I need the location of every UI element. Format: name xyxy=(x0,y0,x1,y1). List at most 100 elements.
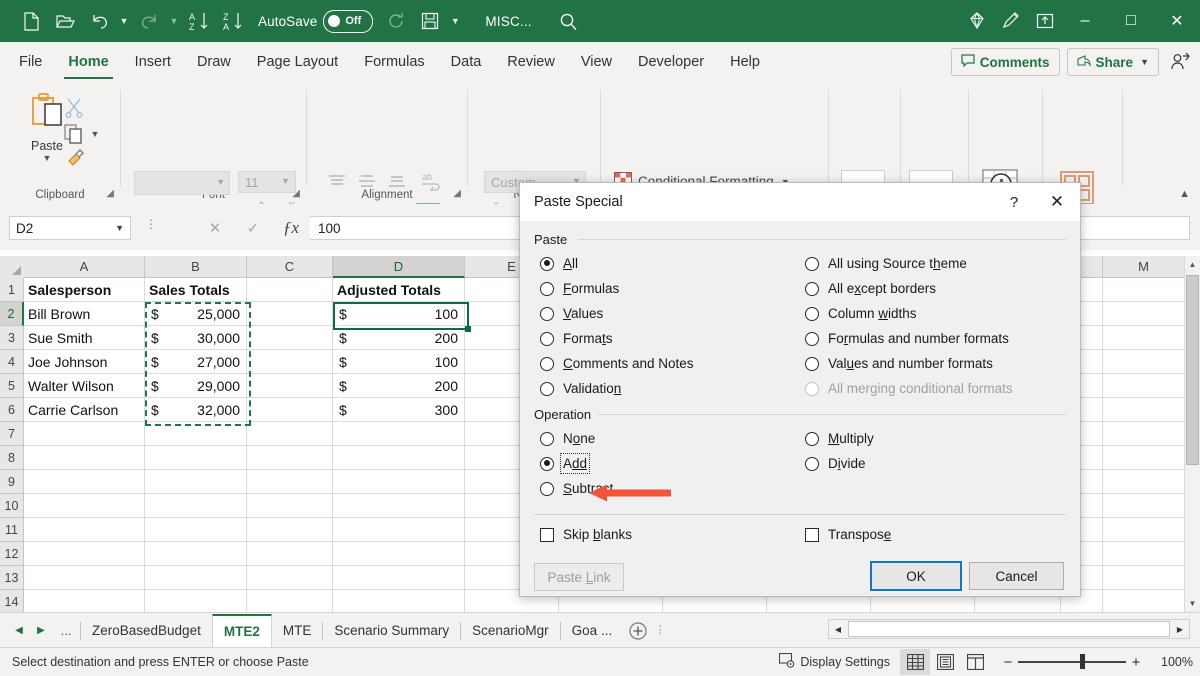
ribbon-tab-review[interactable]: Review xyxy=(494,43,568,81)
sheet-overflow-button[interactable]: ... xyxy=(52,613,80,648)
grid-cell[interactable] xyxy=(1103,470,1185,494)
radio-paste-all[interactable]: All xyxy=(540,256,578,271)
row-header-14[interactable]: 14 xyxy=(0,590,24,612)
ribbon-tab-home[interactable]: Home xyxy=(55,43,121,81)
save-icon[interactable] xyxy=(413,6,447,36)
grid-cell[interactable] xyxy=(145,470,247,494)
grid-cell[interactable] xyxy=(333,542,465,566)
formula-bar-grip[interactable]: ⋮ xyxy=(145,221,149,227)
new-file-icon[interactable] xyxy=(14,6,48,36)
add-person-icon[interactable] xyxy=(1166,48,1194,76)
align-top-icon[interactable] xyxy=(324,170,350,192)
cell-d4[interactable]: $100 xyxy=(333,350,465,374)
cell-b6[interactable]: $32,000 xyxy=(145,398,247,422)
grid-cell[interactable] xyxy=(333,470,465,494)
grid-cell[interactable] xyxy=(24,470,145,494)
search-icon[interactable] xyxy=(552,6,586,36)
cell-d3[interactable]: $200 xyxy=(333,326,465,350)
row-header-3[interactable]: 3 xyxy=(0,326,24,350)
grid-cell[interactable] xyxy=(1103,518,1185,542)
clipboard-dialog-launcher[interactable]: ◢ xyxy=(106,188,114,199)
row-header-4[interactable]: 4 xyxy=(0,350,24,374)
grid-cell[interactable] xyxy=(333,590,465,612)
grid-cell[interactable] xyxy=(1103,326,1185,350)
grid-cell[interactable] xyxy=(145,518,247,542)
diamond-icon[interactable] xyxy=(960,6,994,36)
grid-cell[interactable] xyxy=(333,518,465,542)
row-header-8[interactable]: 8 xyxy=(0,446,24,470)
help-icon[interactable]: ? xyxy=(994,183,1034,221)
grid-cell[interactable] xyxy=(1103,398,1185,422)
grid-cell[interactable] xyxy=(247,590,333,612)
cell-b3[interactable]: $30,000 xyxy=(145,326,247,350)
row-header-1[interactable]: 1 xyxy=(0,278,24,302)
grid-cell[interactable] xyxy=(1103,542,1185,566)
column-header-m[interactable]: M xyxy=(1103,256,1185,278)
ribbon-tab-help[interactable]: Help xyxy=(717,43,773,81)
row-header-7[interactable]: 7 xyxy=(0,422,24,446)
row-header-5[interactable]: 5 xyxy=(0,374,24,398)
select-all-corner[interactable] xyxy=(0,256,25,279)
horizontal-scroll-thumb[interactable] xyxy=(848,621,1170,637)
cancel-button[interactable]: Cancel xyxy=(969,562,1064,590)
redo-dropdown-caret[interactable]: ▼ xyxy=(166,6,182,36)
radio-paste-formulas[interactable]: Formulas xyxy=(540,281,619,296)
autosave-toggle[interactable]: Off xyxy=(323,10,373,33)
font-name-input[interactable]: ▼ xyxy=(134,171,230,195)
undo-dropdown-caret[interactable]: ▼ xyxy=(116,6,132,36)
pen-icon[interactable] xyxy=(994,6,1028,36)
grid-cell[interactable] xyxy=(247,422,333,446)
ribbon-tab-insert[interactable]: Insert xyxy=(122,43,184,81)
grid-cell[interactable] xyxy=(247,326,333,350)
alignment-dialog-launcher[interactable]: ◢ xyxy=(453,188,461,199)
grid-cell[interactable] xyxy=(145,542,247,566)
copy-dropdown-caret[interactable]: ▼ xyxy=(88,122,102,146)
radio-paste-all-except-borders[interactable]: All except borders xyxy=(805,281,936,296)
ribbon-tab-page-layout[interactable]: Page Layout xyxy=(244,43,351,81)
ribbon-tab-developer[interactable]: Developer xyxy=(625,43,717,81)
grid-cell[interactable] xyxy=(333,446,465,470)
grid-cell[interactable] xyxy=(145,566,247,590)
radio-paste-formulas-and-number-formats[interactable]: Formulas and number formats xyxy=(805,331,1009,346)
undo-icon[interactable] xyxy=(82,6,116,36)
open-folder-icon[interactable] xyxy=(48,6,82,36)
grid-cell[interactable] xyxy=(247,374,333,398)
name-box[interactable]: D2 ▼ xyxy=(9,216,131,240)
sheet-tab-mte2[interactable]: MTE2 xyxy=(212,614,272,648)
radio-paste-values-and-number-formats[interactable]: Values and number formats xyxy=(805,356,993,371)
grid-cell[interactable] xyxy=(1103,350,1185,374)
grid-cell[interactable] xyxy=(247,470,333,494)
cell-d5[interactable]: $200 xyxy=(333,374,465,398)
close-icon[interactable]: ✕ xyxy=(1034,183,1080,221)
grid-cell[interactable] xyxy=(145,446,247,470)
refresh-icon[interactable] xyxy=(379,6,413,36)
customize-qat-icon[interactable]: ▼ xyxy=(447,6,463,36)
sheet-tab-mte[interactable]: MTE xyxy=(272,614,323,648)
page-break-view-button[interactable] xyxy=(960,649,990,675)
radio-paste-all-using-source-theme[interactable]: All using Source theme xyxy=(805,256,967,271)
redo-icon[interactable] xyxy=(132,6,166,36)
scroll-down-icon[interactable]: ▼ xyxy=(1185,595,1200,612)
radio-paste-validation[interactable]: Validation xyxy=(540,381,621,396)
grid-cell[interactable] xyxy=(247,494,333,518)
radio-operation-add[interactable]: Add xyxy=(540,456,587,471)
cut-icon[interactable] xyxy=(62,96,86,120)
display-settings-button[interactable]: Display Settings xyxy=(769,653,900,671)
tab-split-grip[interactable]: ⋮ xyxy=(653,628,667,633)
grid-cell[interactable] xyxy=(247,446,333,470)
add-sheet-button[interactable] xyxy=(623,613,653,648)
grid-cell[interactable] xyxy=(1103,374,1185,398)
grid-cell[interactable] xyxy=(247,302,333,326)
zoom-in-button[interactable]: + xyxy=(1126,654,1146,671)
radio-operation-none[interactable]: None xyxy=(540,431,595,446)
sort-az-icon[interactable]: AZ xyxy=(182,6,216,36)
share-button[interactable]: Share ▼ xyxy=(1067,48,1159,76)
previous-sheet-button[interactable]: ◀ xyxy=(8,613,30,648)
row-header-13[interactable]: 13 xyxy=(0,566,24,590)
sheet-tab-zerobasedbudget[interactable]: ZeroBasedBudget xyxy=(81,614,212,648)
row-header-6[interactable]: 6 xyxy=(0,398,24,422)
zoom-thumb[interactable] xyxy=(1080,654,1085,669)
cell-a3[interactable]: Sue Smith xyxy=(24,326,145,350)
vertical-scroll-thumb[interactable] xyxy=(1186,275,1199,465)
ribbon-tab-draw[interactable]: Draw xyxy=(184,43,244,81)
